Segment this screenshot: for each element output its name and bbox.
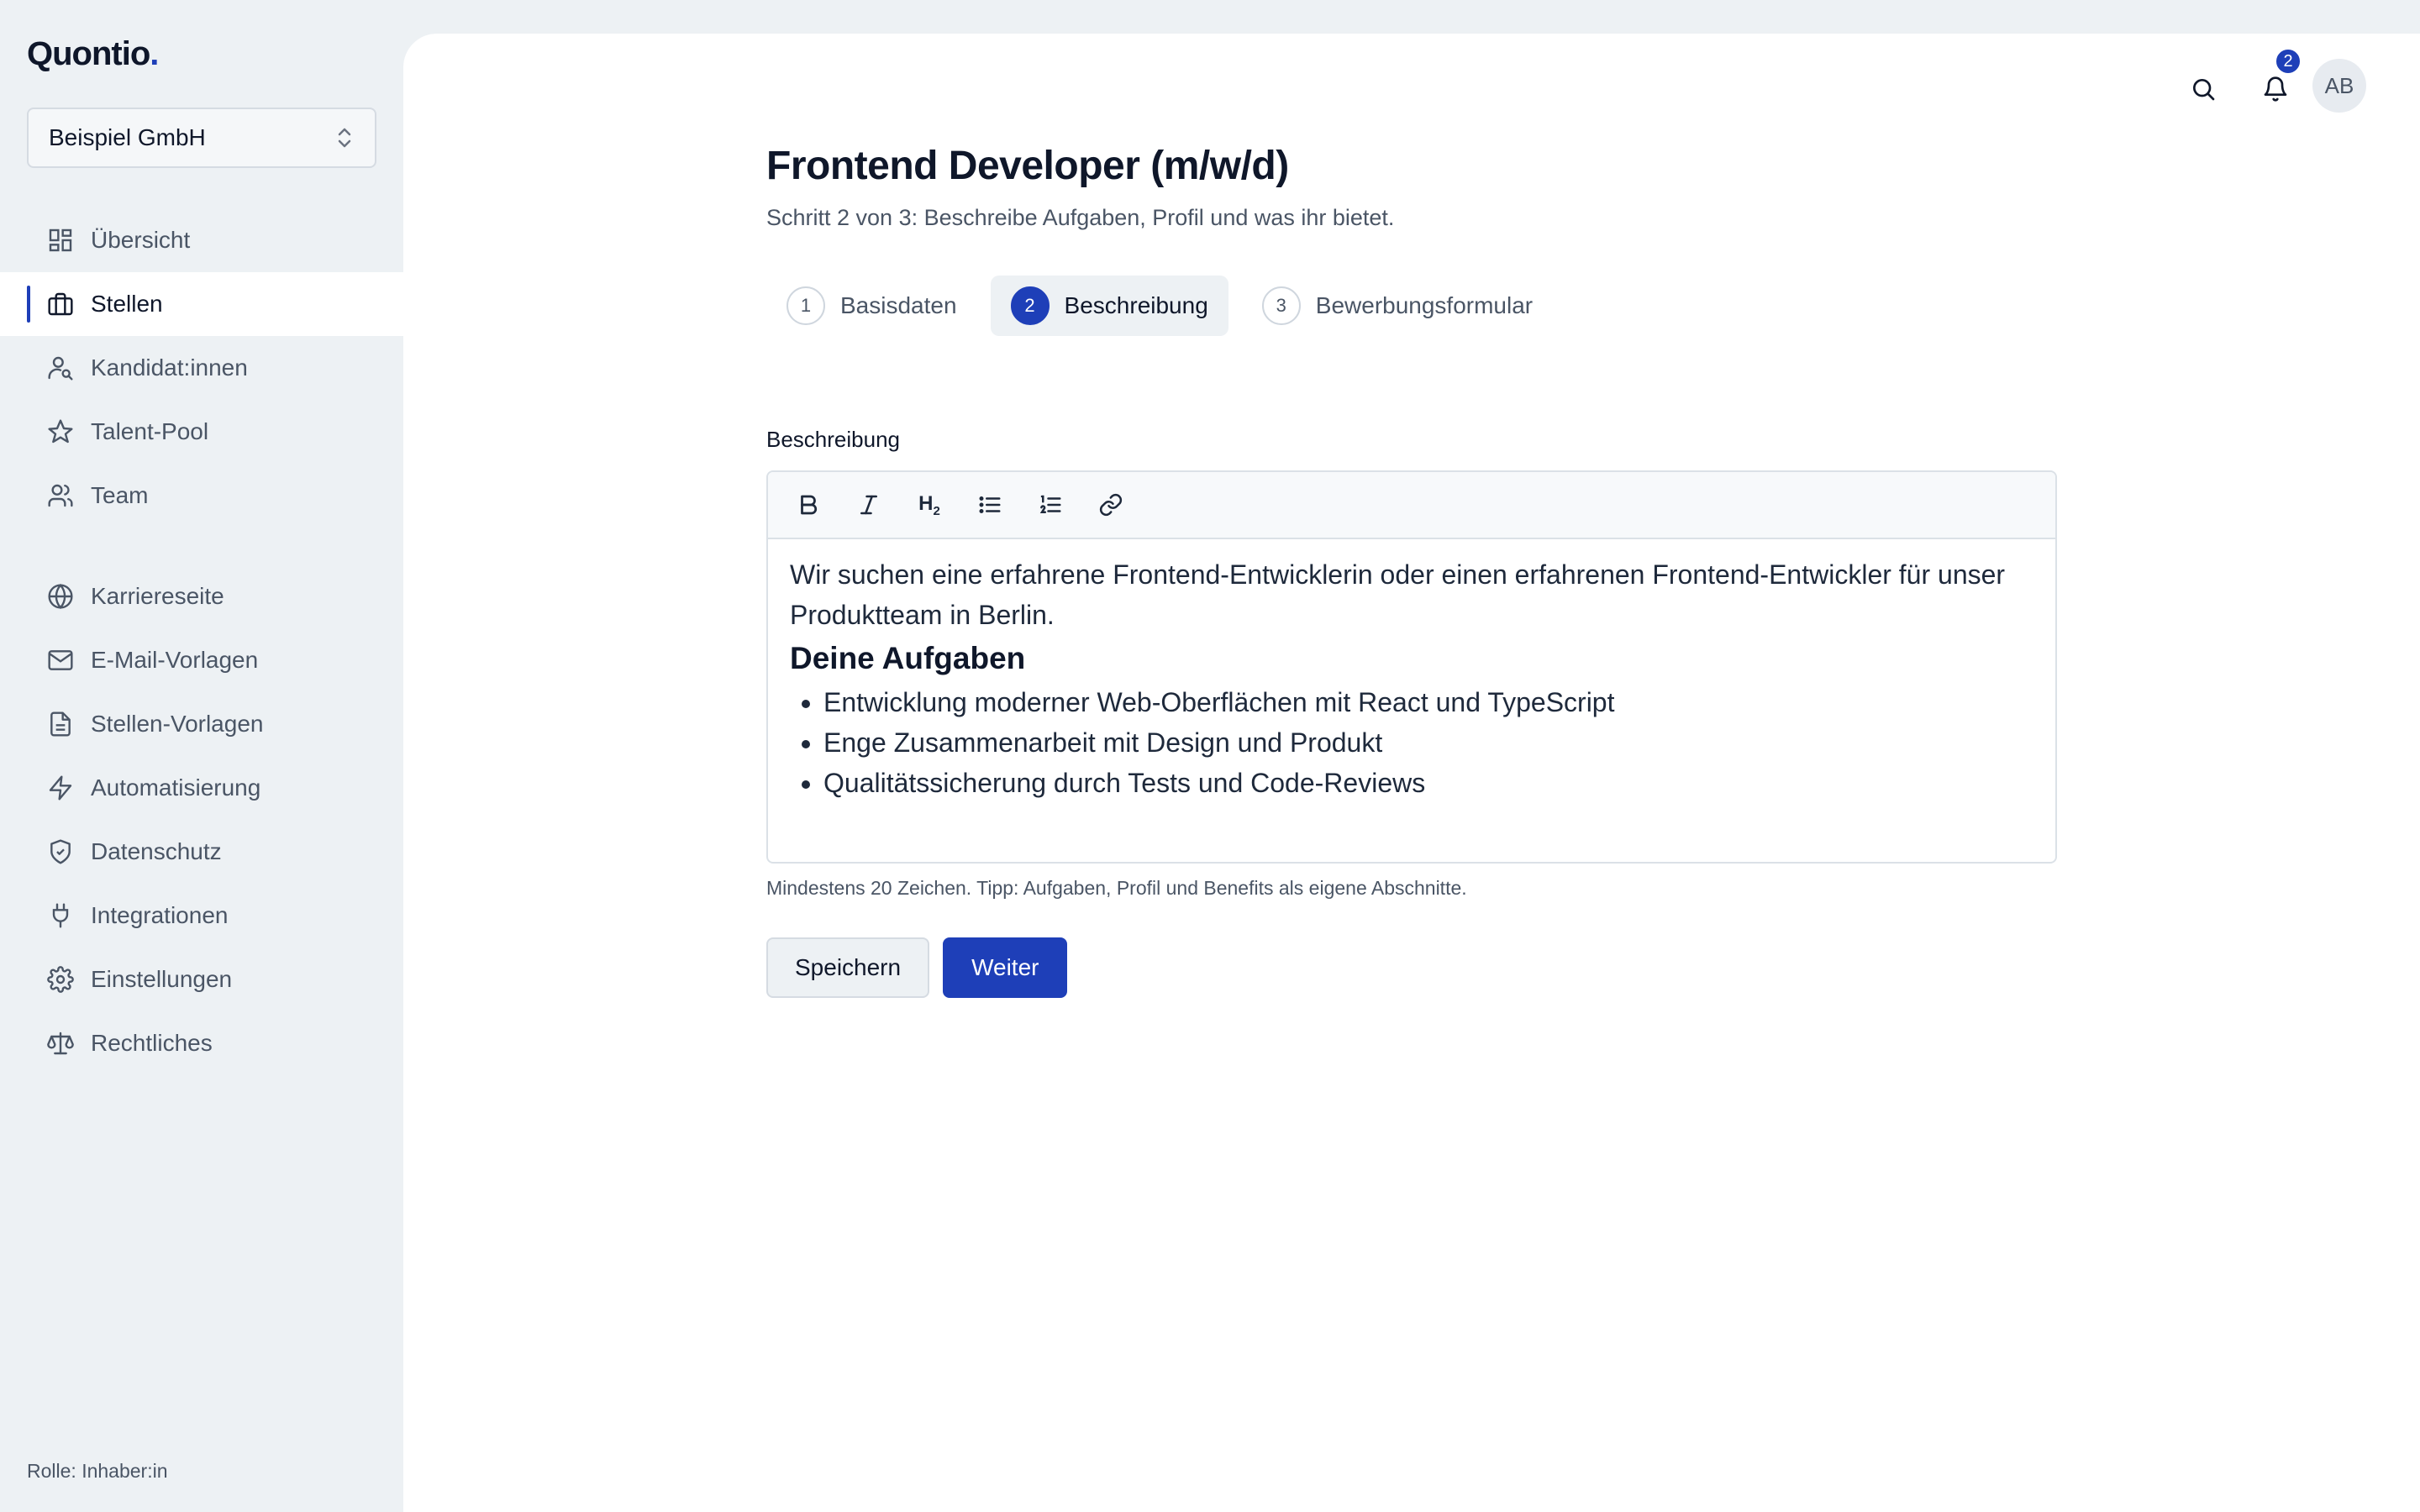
step-label: Basisdaten bbox=[840, 292, 957, 318]
sidebar-nav: Übersicht Stellen Kandidat:innen Talent-… bbox=[0, 208, 403, 1075]
shield-check-icon bbox=[47, 838, 74, 865]
step-label: Beschreibung bbox=[1064, 292, 1208, 318]
app-logo[interactable]: Quontio. bbox=[27, 35, 159, 73]
sidebar-item-label: Talent-Pool bbox=[91, 418, 209, 444]
sidebar-item-karriereseite[interactable]: Karriereseite bbox=[0, 564, 403, 628]
page-title: Frontend Developer (m/w/d) bbox=[766, 144, 1289, 188]
link-button[interactable] bbox=[1084, 478, 1138, 532]
bell-icon bbox=[2264, 76, 2287, 102]
editor-bullet-list: Entwicklung moderner Web-Oberflächen mit… bbox=[790, 682, 2033, 803]
editor-heading: Deine Aufgaben bbox=[790, 641, 1026, 675]
sidebar-item-email-vorlagen[interactable]: E-Mail-Vorlagen bbox=[0, 628, 403, 692]
star-icon bbox=[47, 418, 74, 445]
sidebar-item-talent-pool[interactable]: Talent-Pool bbox=[0, 400, 403, 464]
user-role: Rolle: Inhaber:in bbox=[27, 1460, 168, 1482]
heading-icon: H2 bbox=[918, 492, 940, 518]
sidebar-item-label: Integrationen bbox=[91, 902, 229, 928]
organization-name: Beispiel GmbH bbox=[49, 124, 206, 150]
step-number: 3 bbox=[1261, 286, 1301, 325]
sidebar-item-label: Stellen bbox=[91, 291, 163, 317]
sidebar-item-datenschutz[interactable]: Datenschutz bbox=[0, 820, 403, 884]
field-hint: Mindestens 20 Zeichen. Tipp: Aufgaben, P… bbox=[766, 877, 1467, 899]
step-beschreibung[interactable]: 2 Beschreibung bbox=[990, 276, 1228, 336]
briefcase-icon bbox=[47, 291, 74, 318]
link-icon bbox=[1099, 493, 1123, 517]
bold-button[interactable] bbox=[781, 478, 835, 532]
step-basisdaten[interactable]: 1 Basisdaten bbox=[766, 276, 977, 336]
editor-toolbar: H2 bbox=[768, 472, 2055, 539]
document-icon bbox=[47, 711, 74, 738]
sidebar-item-team[interactable]: Team bbox=[0, 464, 403, 528]
description-label: Beschreibung bbox=[766, 427, 900, 452]
sidebar-item-label: Automatisierung bbox=[91, 774, 261, 801]
logo-dot: . bbox=[150, 35, 159, 72]
sidebar-item-uebersicht[interactable]: Übersicht bbox=[0, 208, 403, 272]
editor-paragraph: Wir suchen eine erfahrene Frontend-Entwi… bbox=[790, 559, 2006, 630]
sidebar-item-label: Kandidat:innen bbox=[91, 354, 248, 381]
dashboard-icon bbox=[47, 227, 74, 254]
sidebar-item-label: Karriereseite bbox=[91, 583, 224, 609]
sidebar-item-label: Einstellungen bbox=[91, 966, 233, 992]
step-number: 1 bbox=[786, 286, 825, 325]
avatar[interactable]: AB bbox=[2312, 59, 2366, 113]
notification-badge: 2 bbox=[2274, 47, 2302, 76]
sidebar-item-label: Rechtliches bbox=[91, 1030, 213, 1056]
rich-text-editor: H2 Wir suchen eine erfahrene Frontend-En… bbox=[766, 470, 2057, 864]
plug-icon bbox=[47, 902, 74, 929]
bold-icon bbox=[801, 495, 818, 515]
step-label: Bewerbungsformular bbox=[1315, 292, 1534, 318]
sidebar: Quontio. Beispiel GmbH Übersicht Stellen… bbox=[0, 0, 403, 1512]
list-item: Entwicklung moderner Web-Oberflächen mit… bbox=[823, 682, 2033, 722]
sidebar-item-einstellungen[interactable]: Einstellungen bbox=[0, 948, 403, 1011]
sidebar-item-automatisierung[interactable]: Automatisierung bbox=[0, 756, 403, 820]
sidebar-item-integrationen[interactable]: Integrationen bbox=[0, 884, 403, 948]
nav-divider-space bbox=[0, 528, 403, 564]
stepper: 1 Basisdaten 2 Beschreibung 3 Bewerbungs… bbox=[766, 276, 1553, 336]
sidebar-item-stellen-vorlagen[interactable]: Stellen-Vorlagen bbox=[0, 692, 403, 756]
logo-text: Quontio bbox=[27, 35, 150, 72]
sidebar-item-label: Datenschutz bbox=[91, 838, 222, 864]
italic-button[interactable] bbox=[842, 478, 896, 532]
sidebar-item-stellen[interactable]: Stellen bbox=[0, 272, 403, 336]
sidebar-item-label: Übersicht bbox=[91, 227, 191, 253]
scale-icon bbox=[47, 1030, 74, 1057]
bullet-list-icon bbox=[979, 496, 1001, 513]
save-button[interactable]: Speichern bbox=[766, 937, 930, 998]
page-subtitle: Schritt 2 von 3: Beschreibe Aufgaben, Pr… bbox=[766, 205, 1395, 230]
lightning-icon bbox=[47, 774, 74, 801]
sidebar-item-label: Team bbox=[91, 482, 149, 508]
heading-button[interactable]: H2 bbox=[902, 478, 956, 532]
ordered-list-button[interactable] bbox=[1023, 478, 1077, 532]
sidebar-item-kandidatinnen[interactable]: Kandidat:innen bbox=[0, 336, 403, 400]
sidebar-item-label: Stellen-Vorlagen bbox=[91, 711, 264, 737]
users-icon bbox=[47, 482, 74, 509]
mail-icon bbox=[47, 647, 74, 674]
bullet-list-button[interactable] bbox=[963, 478, 1017, 532]
list-item: Qualitätssicherung durch Tests und Code-… bbox=[823, 763, 2033, 803]
editor-content[interactable]: Wir suchen eine erfahrene Frontend-Entwi… bbox=[768, 539, 2055, 818]
organization-select[interactable]: Beispiel GmbH bbox=[27, 108, 376, 168]
form-actions: Speichern Weiter bbox=[766, 937, 1068, 998]
search-icon bbox=[2193, 79, 2215, 101]
user-search-icon bbox=[47, 354, 74, 381]
globe-icon bbox=[47, 583, 74, 610]
main-panel: 2 AB Frontend Developer (m/w/d) Schritt … bbox=[403, 34, 2420, 1512]
list-item: Enge Zusammenarbeit mit Design und Produ… bbox=[823, 722, 2033, 763]
ordered-list-icon bbox=[1039, 495, 1061, 513]
sidebar-item-label: E-Mail-Vorlagen bbox=[91, 647, 259, 673]
heading-icon-letter: H bbox=[918, 491, 934, 515]
chevron-up-down-icon bbox=[338, 128, 351, 148]
italic-icon bbox=[860, 495, 877, 515]
next-button[interactable]: Weiter bbox=[943, 937, 1068, 998]
heading-icon-level: 2 bbox=[933, 503, 940, 518]
search-button[interactable] bbox=[2176, 62, 2230, 116]
step-number: 2 bbox=[1010, 286, 1050, 325]
gear-icon bbox=[47, 966, 74, 993]
sidebar-item-rechtliches[interactable]: Rechtliches bbox=[0, 1011, 403, 1075]
step-bewerbungsformular[interactable]: 3 Bewerbungsformular bbox=[1242, 276, 1553, 336]
